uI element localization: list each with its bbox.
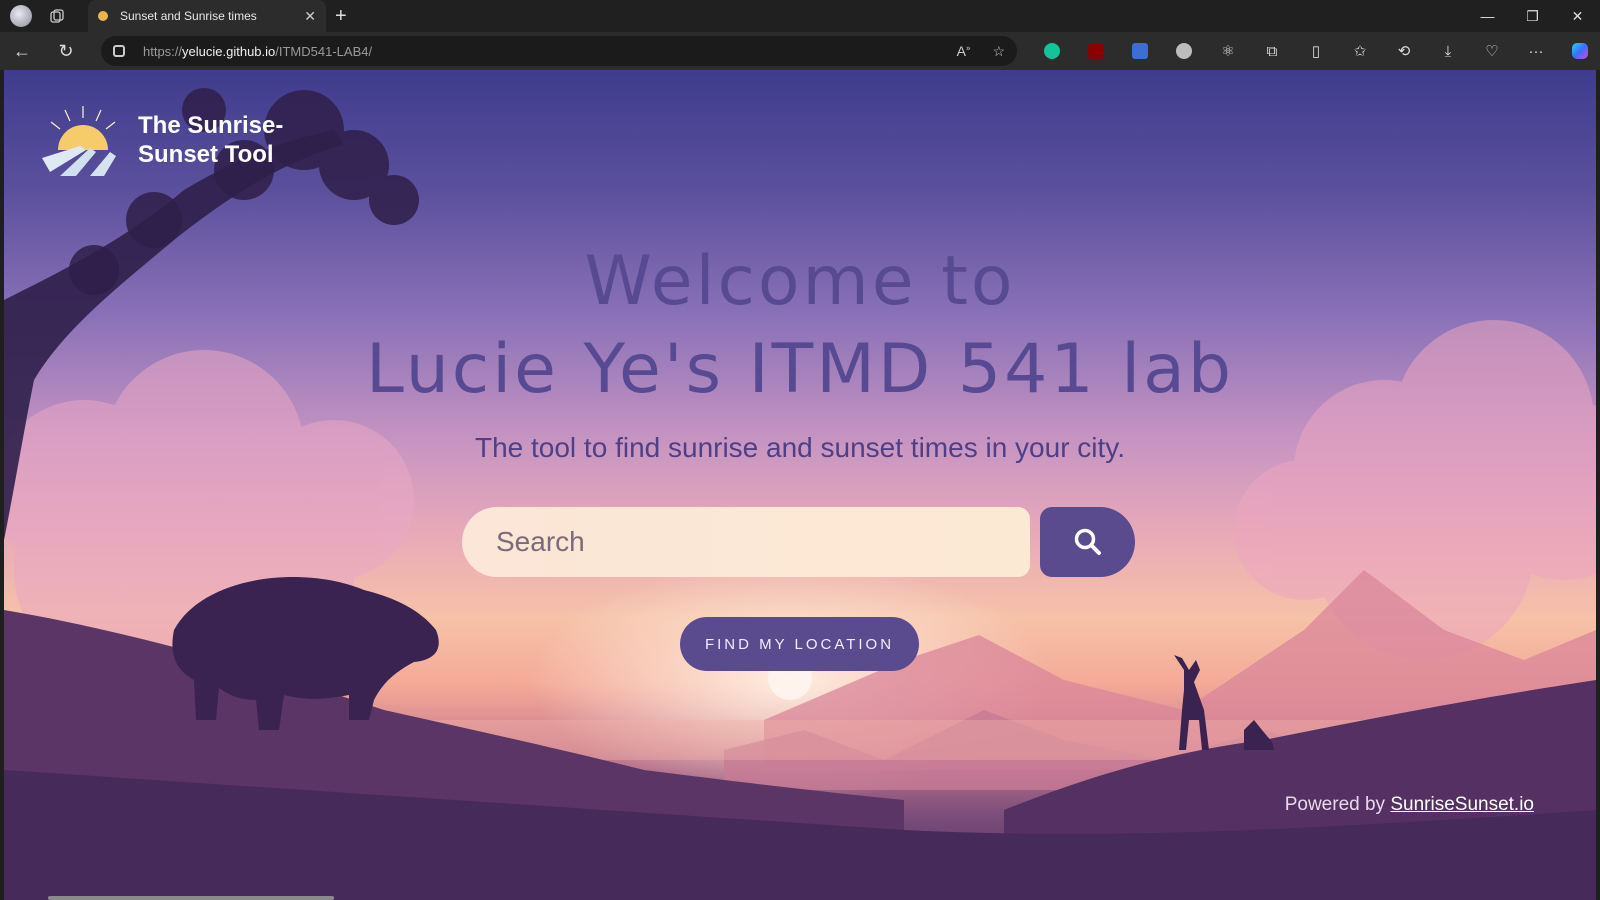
copilot-icon[interactable] (1558, 32, 1600, 70)
url-scheme: https:// (143, 43, 183, 59)
find-my-location-button[interactable]: FIND MY LOCATION (680, 617, 919, 671)
url-path: /ITMD541-LAB4/ (275, 43, 373, 59)
window-close-icon[interactable]: ✕ (1555, 0, 1600, 32)
ublock-icon[interactable] (1074, 32, 1118, 70)
grammarly-icon[interactable] (1030, 32, 1074, 70)
logo-line2: Sunset Tool (138, 141, 274, 168)
powered-by: Powered by SunriseSunset.io (1285, 794, 1534, 816)
favorites-icon[interactable]: ✩ (1338, 32, 1382, 70)
address-bar: ← ↻ https://yelucie.github.io/ITMD541-LA… (0, 32, 1600, 70)
background-scene (4, 88, 1596, 900)
favorite-icon[interactable]: ☆ (992, 43, 1005, 60)
url-field[interactable]: https://yelucie.github.io/ITMD541-LAB4/ … (101, 36, 1017, 66)
back-icon[interactable]: ← (0, 32, 44, 70)
tab-active[interactable]: Sunset and Sunrise times ✕ (88, 0, 326, 32)
page-subtitle: The tool to find sunrise and sunset time… (474, 432, 1125, 463)
site-logo[interactable]: The Sunrise- Sunset Tool (40, 102, 283, 178)
logo-line1: The Sunrise- (138, 112, 284, 139)
page-title: Welcome to Lucie Ye's ITMD 541 lab (4, 238, 1596, 414)
split-screen-icon[interactable]: ▯ (1294, 32, 1338, 70)
restore-icon[interactable]: ❐ (1510, 0, 1555, 32)
minimize-icon[interactable]: — (1465, 0, 1510, 32)
search-icon (1074, 528, 1101, 555)
extension-icon[interactable] (1162, 32, 1206, 70)
powered-link[interactable]: SunriseSunset.io (1390, 794, 1534, 815)
horizontal-scrollbar[interactable] (48, 896, 334, 900)
search-input[interactable]: Search (462, 507, 1030, 577)
url-host: yelucie.github.io (182, 43, 276, 59)
translate-icon[interactable] (1118, 32, 1162, 70)
more-icon[interactable]: ··· (1514, 32, 1558, 70)
title-line2: Lucie Ye's ITMD 541 lab (366, 330, 1234, 409)
read-aloud-icon[interactable]: A» (957, 43, 971, 59)
profile-icon[interactable] (10, 5, 32, 27)
search-button[interactable] (1040, 507, 1135, 577)
downloads-icon[interactable]: ⤓ (1426, 32, 1470, 70)
powered-prefix: Powered by (1284, 794, 1391, 815)
title-line1: Welcome to (584, 242, 1016, 321)
refresh-icon[interactable]: ↻ (44, 32, 88, 70)
react-icon[interactable]: ⚛ (1206, 32, 1250, 70)
performance-icon[interactable]: ♡ (1470, 32, 1514, 70)
history-icon[interactable]: ⟲ (1382, 32, 1426, 70)
tab-bar: Sunset and Sunrise times ✕ + — ❐ ✕ (0, 0, 1600, 32)
workspaces-icon[interactable] (41, 0, 73, 32)
web-page: The Sunrise- Sunset Tool Welcome to Luci… (4, 70, 1596, 900)
extensions-icon[interactable]: ⧉ (1250, 32, 1294, 70)
site-favicon-icon (98, 11, 108, 21)
new-tab-icon[interactable]: + (335, 0, 347, 32)
sunrise-logo-icon (42, 106, 116, 176)
search-placeholder: Search (496, 526, 585, 557)
tab-title: Sunset and Sunrise times (120, 9, 257, 23)
lock-icon[interactable] (113, 45, 125, 57)
close-tab-icon[interactable]: ✕ (304, 8, 316, 25)
